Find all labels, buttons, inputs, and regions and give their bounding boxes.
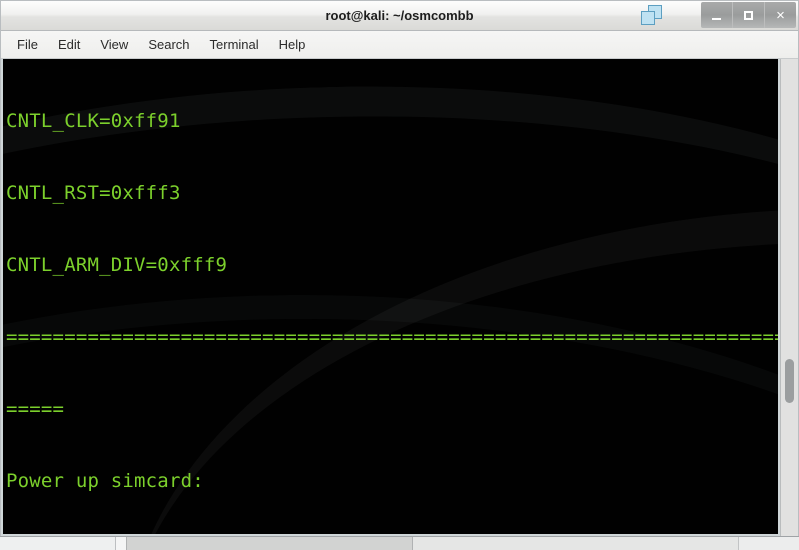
terminal-output-area[interactable]: CNTL_CLK=0xff91 CNTL_RST=0xfff3 CNTL_ARM… (1, 59, 798, 536)
window-controls: × (701, 2, 796, 28)
title-bar[interactable]: root@kali: ~/osmcombb × (1, 1, 798, 31)
menu-item-view[interactable]: View (90, 35, 138, 54)
maximize-icon (744, 10, 753, 20)
menu-item-search[interactable]: Search (138, 35, 199, 54)
menu-bar: File Edit View Search Terminal Help (1, 31, 798, 59)
terminal-scrollbar[interactable] (780, 59, 798, 536)
taskbar-gap (116, 537, 126, 550)
terminal-line: Power up simcard: (6, 470, 204, 492)
window-stack-icon[interactable] (641, 5, 663, 26)
desktop: root@kali: ~/osmcombb × File Edit View S… (0, 0, 799, 550)
taskbar-launcher-area[interactable] (0, 537, 116, 550)
terminal-window: root@kali: ~/osmcombb × File Edit View S… (0, 0, 799, 537)
menu-item-file[interactable]: File (7, 35, 48, 54)
menu-item-edit[interactable]: Edit (48, 35, 90, 54)
terminal-line: ===== (6, 398, 65, 420)
close-button[interactable]: × (764, 2, 796, 28)
menu-item-help[interactable]: Help (269, 35, 316, 54)
taskbar-system-tray[interactable] (738, 537, 799, 550)
taskbar-empty-area (413, 537, 738, 550)
terminal-line: CNTL_RST=0xfff3 (6, 182, 181, 204)
minimize-icon (712, 17, 721, 20)
terminal-line: CNTL_CLK=0xff91 (6, 110, 181, 132)
close-icon: × (776, 6, 785, 24)
menu-item-terminal[interactable]: Terminal (200, 35, 269, 54)
terminal-line: CNTL_ARM_DIV=0xfff9 (6, 254, 228, 276)
terminal-text: CNTL_CLK=0xff91 CNTL_RST=0xfff3 CNTL_ARM… (3, 59, 798, 536)
taskbar-window-button[interactable] (126, 537, 413, 550)
desktop-taskbar[interactable] (0, 536, 799, 550)
scrollbar-thumb[interactable] (785, 359, 794, 403)
terminal-line: ========================================… (6, 326, 798, 348)
stack-icon-square-front (641, 11, 655, 25)
terminal-bottom-edge (3, 534, 798, 536)
maximize-button[interactable] (732, 2, 764, 28)
minimize-button[interactable] (701, 2, 732, 28)
window-title: root@kali: ~/osmcombb (325, 8, 474, 23)
